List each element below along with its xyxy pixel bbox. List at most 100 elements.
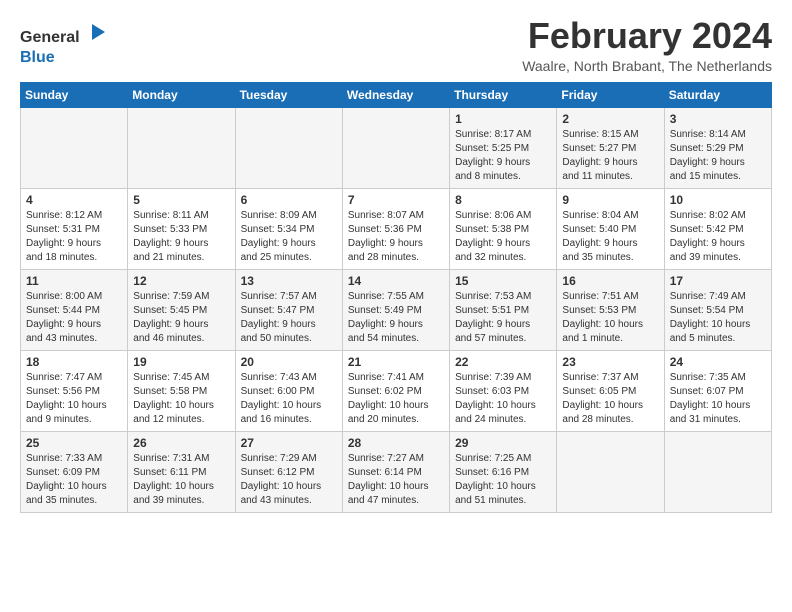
day-number: 4	[26, 193, 122, 207]
day-info: Sunrise: 7:37 AM Sunset: 6:05 PM Dayligh…	[562, 371, 658, 427]
day-number: 18	[26, 355, 122, 369]
day-number: 20	[241, 355, 337, 369]
calendar-cell	[128, 107, 235, 188]
day-number: 8	[455, 193, 551, 207]
day-info: Sunrise: 8:11 AM Sunset: 5:33 PM Dayligh…	[133, 209, 229, 265]
calendar-cell: 21 Sunrise: 7:41 AM Sunset: 6:02 PM Dayli…	[342, 350, 449, 431]
calendar-cell: 28 Sunrise: 7:27 AM Sunset: 6:14 PM Dayli…	[342, 431, 449, 512]
day-number: 27	[241, 436, 337, 450]
day-info: Sunrise: 7:33 AM Sunset: 6:09 PM Dayligh…	[26, 452, 122, 508]
calendar-cell	[557, 431, 664, 512]
weekday-header-row: SundayMondayTuesdayWednesdayThursdayFrid…	[21, 82, 772, 107]
day-number: 28	[348, 436, 444, 450]
calendar-cell: 14 Sunrise: 7:55 AM Sunset: 5:49 PM Dayli…	[342, 269, 449, 350]
calendar-cell: 26Sunrise: 7:31 AM Sunset: 6:11 PM Dayli…	[128, 431, 235, 512]
day-info: Sunrise: 8:06 AM Sunset: 5:38 PM Dayligh…	[455, 209, 551, 265]
calendar-cell: 4 Sunrise: 8:12 AM Sunset: 5:31 PM Daylig…	[21, 188, 128, 269]
day-number: 29	[455, 436, 551, 450]
week-row-4: 18Sunrise: 7:47 AM Sunset: 5:56 PM Dayli…	[21, 350, 772, 431]
week-row-2: 4 Sunrise: 8:12 AM Sunset: 5:31 PM Daylig…	[21, 188, 772, 269]
day-info: Sunrise: 7:59 AM Sunset: 5:45 PM Dayligh…	[133, 290, 229, 346]
calendar-cell: 18Sunrise: 7:47 AM Sunset: 5:56 PM Dayli…	[21, 350, 128, 431]
day-number: 2	[562, 112, 658, 126]
day-info: Sunrise: 8:09 AM Sunset: 5:34 PM Dayligh…	[241, 209, 337, 265]
day-number: 13	[241, 274, 337, 288]
calendar-cell: 13 Sunrise: 7:57 AM Sunset: 5:47 PM Dayli…	[235, 269, 342, 350]
week-row-5: 25 Sunrise: 7:33 AM Sunset: 6:09 PM Dayli…	[21, 431, 772, 512]
day-number: 10	[670, 193, 766, 207]
day-number: 17	[670, 274, 766, 288]
day-info: Sunrise: 8:12 AM Sunset: 5:31 PM Dayligh…	[26, 209, 122, 265]
day-info: Sunrise: 7:39 AM Sunset: 6:03 PM Dayligh…	[455, 371, 551, 427]
calendar-cell: 10 Sunrise: 8:02 AM Sunset: 5:42 PM Dayli…	[664, 188, 771, 269]
day-info: Sunrise: 7:41 AM Sunset: 6:02 PM Dayligh…	[348, 371, 444, 427]
calendar-cell	[342, 107, 449, 188]
calendar-cell: 12 Sunrise: 7:59 AM Sunset: 5:45 PM Dayli…	[128, 269, 235, 350]
day-number: 14	[348, 274, 444, 288]
day-info: Sunrise: 8:00 AM Sunset: 5:44 PM Dayligh…	[26, 290, 122, 346]
calendar-cell: 29 Sunrise: 7:25 AM Sunset: 6:16 PM Dayli…	[450, 431, 557, 512]
month-title: February 2024	[522, 16, 772, 56]
day-info: Sunrise: 7:35 AM Sunset: 6:07 PM Dayligh…	[670, 371, 766, 427]
calendar-cell: 23 Sunrise: 7:37 AM Sunset: 6:05 PM Dayli…	[557, 350, 664, 431]
day-info: Sunrise: 7:27 AM Sunset: 6:14 PM Dayligh…	[348, 452, 444, 508]
calendar-cell: 5 Sunrise: 8:11 AM Sunset: 5:33 PM Daylig…	[128, 188, 235, 269]
calendar-cell: 3 Sunrise: 8:14 AM Sunset: 5:29 PM Daylig…	[664, 107, 771, 188]
day-number: 1	[455, 112, 551, 126]
calendar-cell: 24 Sunrise: 7:35 AM Sunset: 6:07 PM Dayli…	[664, 350, 771, 431]
calendar-cell: 9 Sunrise: 8:04 AM Sunset: 5:40 PM Daylig…	[557, 188, 664, 269]
day-info: Sunrise: 7:25 AM Sunset: 6:16 PM Dayligh…	[455, 452, 551, 508]
calendar-cell: 27Sunrise: 7:29 AM Sunset: 6:12 PM Dayli…	[235, 431, 342, 512]
weekday-header-tuesday: Tuesday	[235, 82, 342, 107]
day-info: Sunrise: 8:14 AM Sunset: 5:29 PM Dayligh…	[670, 128, 766, 184]
day-number: 9	[562, 193, 658, 207]
calendar-cell: 25 Sunrise: 7:33 AM Sunset: 6:09 PM Dayli…	[21, 431, 128, 512]
location: Waalre, North Brabant, The Netherlands	[522, 58, 772, 74]
day-number: 22	[455, 355, 551, 369]
day-number: 12	[133, 274, 229, 288]
weekday-header-wednesday: Wednesday	[342, 82, 449, 107]
calendar-cell: 17Sunrise: 7:49 AM Sunset: 5:54 PM Dayli…	[664, 269, 771, 350]
day-info: Sunrise: 8:07 AM Sunset: 5:36 PM Dayligh…	[348, 209, 444, 265]
svg-text:Blue: Blue	[20, 49, 55, 66]
day-info: Sunrise: 7:43 AM Sunset: 6:00 PM Dayligh…	[241, 371, 337, 427]
day-number: 16	[562, 274, 658, 288]
day-info: Sunrise: 7:57 AM Sunset: 5:47 PM Dayligh…	[241, 290, 337, 346]
calendar-body: 1 Sunrise: 8:17 AM Sunset: 5:25 PM Daylig…	[21, 107, 772, 512]
day-number: 3	[670, 112, 766, 126]
day-number: 24	[670, 355, 766, 369]
weekday-header-thursday: Thursday	[450, 82, 557, 107]
svg-text:General: General	[20, 29, 80, 46]
calendar-cell: 20 Sunrise: 7:43 AM Sunset: 6:00 PM Dayli…	[235, 350, 342, 431]
day-info: Sunrise: 7:55 AM Sunset: 5:49 PM Dayligh…	[348, 290, 444, 346]
weekday-header-monday: Monday	[128, 82, 235, 107]
day-number: 15	[455, 274, 551, 288]
calendar-cell: 22 Sunrise: 7:39 AM Sunset: 6:03 PM Dayli…	[450, 350, 557, 431]
day-info: Sunrise: 7:31 AM Sunset: 6:11 PM Dayligh…	[133, 452, 229, 508]
calendar-cell: 2Sunrise: 8:15 AM Sunset: 5:27 PM Daylig…	[557, 107, 664, 188]
day-number: 19	[133, 355, 229, 369]
day-number: 25	[26, 436, 122, 450]
calendar-cell	[664, 431, 771, 512]
day-number: 23	[562, 355, 658, 369]
calendar-cell: 19 Sunrise: 7:45 AM Sunset: 5:58 PM Dayli…	[128, 350, 235, 431]
page-header: General Blue February 2024 Waalre, North…	[20, 16, 772, 74]
day-number: 7	[348, 193, 444, 207]
calendar-cell: 11 Sunrise: 8:00 AM Sunset: 5:44 PM Dayli…	[21, 269, 128, 350]
weekday-header-friday: Friday	[557, 82, 664, 107]
day-info: Sunrise: 7:53 AM Sunset: 5:51 PM Dayligh…	[455, 290, 551, 346]
calendar-cell: 8 Sunrise: 8:06 AM Sunset: 5:38 PM Daylig…	[450, 188, 557, 269]
day-number: 6	[241, 193, 337, 207]
calendar-table: SundayMondayTuesdayWednesdayThursdayFrid…	[20, 82, 772, 513]
day-number: 5	[133, 193, 229, 207]
day-info: Sunrise: 7:45 AM Sunset: 5:58 PM Dayligh…	[133, 371, 229, 427]
calendar-cell	[21, 107, 128, 188]
day-number: 21	[348, 355, 444, 369]
calendar-header: SundayMondayTuesdayWednesdayThursdayFrid…	[21, 82, 772, 107]
day-info: Sunrise: 8:02 AM Sunset: 5:42 PM Dayligh…	[670, 209, 766, 265]
calendar-cell: 16Sunrise: 7:51 AM Sunset: 5:53 PM Dayli…	[557, 269, 664, 350]
weekday-header-saturday: Saturday	[664, 82, 771, 107]
day-info: Sunrise: 8:04 AM Sunset: 5:40 PM Dayligh…	[562, 209, 658, 265]
day-info: Sunrise: 8:17 AM Sunset: 5:25 PM Dayligh…	[455, 128, 551, 184]
day-number: 11	[26, 274, 122, 288]
